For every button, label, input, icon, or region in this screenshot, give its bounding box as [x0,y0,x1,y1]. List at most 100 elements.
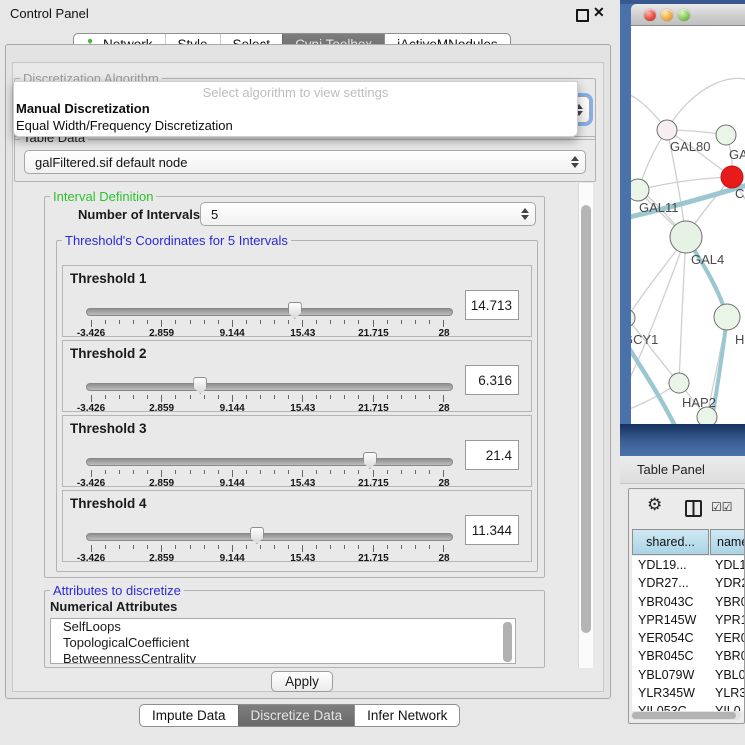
algorithm-popup: Select algorithm to view settings Manual… [13,81,578,137]
slider-tick [218,470,219,474]
table-cell[interactable]: YER054C [632,631,709,645]
popup-option-equal-width[interactable]: Equal Width/Frequency Discretization [16,118,233,133]
network-node[interactable] [714,304,740,330]
zoom-button[interactable] [678,9,690,21]
table-cell[interactable]: YDL19... [632,558,709,572]
network-node[interactable] [631,309,635,327]
minimize-button[interactable] [661,9,673,21]
threshold-3-value-field[interactable]: 21.4 [465,440,519,470]
scrollbar-vertical[interactable] [578,183,593,668]
slider-tick [373,545,374,552]
table-row[interactable]: YPR145WYPR1 [632,611,745,629]
close-icon[interactable]: ✕ [593,4,605,21]
slider-tick [316,470,317,474]
network-node[interactable] [631,179,649,201]
list-item[interactable]: BetweennessCentrality [51,651,515,664]
slider-thumb[interactable] [288,302,302,319]
list-scrollbar-thumb[interactable] [503,622,512,662]
tab-infer-network[interactable]: Infer Network [354,705,459,726]
table-cell[interactable]: YBL0 [709,668,745,682]
table-row[interactable]: YER054CYER0 [632,629,745,647]
list-item[interactable]: TopologicalCoefficient [51,635,515,651]
slider-tick [330,395,331,399]
popup-option-manual[interactable]: Manual Discretization [16,101,150,116]
slider-tick [190,545,191,549]
table-cell[interactable]: YDL1 [709,558,745,572]
table-row[interactable]: YDL19...YDL1 [632,556,745,574]
table-cell[interactable]: YBR0 [709,649,745,663]
node-label: GCY1 [631,332,658,347]
network-node[interactable] [716,125,736,145]
table-hscrollbar[interactable] [631,711,741,720]
threshold-2-value-field[interactable]: 6.316 [465,365,519,395]
threshold-2-slider[interactable]: -3.4262.8599.14415.4321.71528 [86,379,451,411]
slider-thumb[interactable] [363,452,377,469]
table-row[interactable]: YLR345WYLR3 [632,684,745,702]
slider-tick [358,320,359,324]
table-cell[interactable]: YBR045C [632,649,709,663]
table-cell[interactable]: YBL079W [632,668,709,682]
threshold-2-label: Threshold 2 [70,346,147,361]
slider-tick [105,470,106,474]
network-window-titlebar[interactable] [631,4,745,26]
close-button[interactable] [644,9,656,21]
network-canvas[interactable]: GAL80 GA GAL11 C GAL4 GCY1 H HAP2 [631,26,745,424]
network-node[interactable] [669,373,689,393]
scrollbar-thumb[interactable] [581,205,591,633]
column-header-name[interactable]: name [710,529,745,555]
slider-tick [91,470,92,477]
table-cell[interactable]: YLR345W [632,686,709,700]
threshold-1-slider[interactable]: -3.4262.8599.14415.4321.71528 [86,304,451,336]
table-cell[interactable]: YPR145W [632,613,709,627]
table-row[interactable]: YBR045CYBR0 [632,647,745,665]
slider-tick [288,320,289,324]
table-cell[interactable]: YDR27... [632,576,709,590]
numerical-attributes-label: Numerical Attributes [50,599,177,614]
slider-thumb[interactable] [193,377,207,394]
column-header-shared[interactable]: shared... [632,529,709,555]
table-row[interactable]: YBR043CYBR0 [632,593,745,611]
network-node[interactable] [670,221,702,253]
slider-tick-label: 9.144 [220,328,245,339]
tab-discretize-data[interactable]: Discretize Data [238,705,355,726]
apply-button[interactable]: Apply [271,671,333,692]
table-cell[interactable]: YIL0 [709,704,745,711]
gear-icon[interactable]: ⚙ [647,495,662,515]
tab-impute-data[interactable]: Impute Data [140,705,238,726]
table-row[interactable]: YBL079WYBL0 [632,666,745,684]
table-row[interactable]: YIL053CYIL0 [632,702,745,711]
numerical-attributes-list[interactable]: SelfLoops TopologicalCoefficient Between… [50,618,516,664]
thresholds-group-title: Threshold's Coordinates for 5 Intervals [62,234,291,247]
slider-tick [260,395,261,399]
list-item[interactable]: SelfLoops [51,619,515,635]
slider-tick-label: 2.859 [149,553,174,564]
table-cell[interactable]: YBR043C [632,595,709,609]
table-cell[interactable]: YBR0 [709,595,745,609]
table-cell[interactable]: YIL053C [632,704,709,711]
split-column-icon[interactable] [685,500,702,517]
slider-tick [344,395,345,399]
threshold-4-value-field[interactable]: 11.344 [465,515,519,545]
threshold-3-slider[interactable]: -3.4262.8599.14415.4321.71528 [86,454,451,486]
table-cell[interactable]: YLR3 [709,686,745,700]
slider-thumb[interactable] [250,527,264,544]
threshold-1-value-field[interactable]: 14.713 [465,290,519,320]
table-data-combo[interactable]: galFiltered.sif default node [24,150,586,174]
table-row[interactable]: YDR27...YDR2 [632,574,745,592]
slider-tick [161,545,162,552]
table-cell[interactable]: YDR2 [709,576,745,590]
table-cell[interactable]: YPR1 [709,613,745,627]
table-cell[interactable]: YER0 [709,631,745,645]
table-hscrollbar-thumb[interactable] [632,712,736,719]
slider-tick [147,545,148,549]
table-panel-container: ⚙ ☑☑ shared... name YDL19...YDL1YDR27...… [628,488,745,724]
node-label: GA [729,147,745,162]
network-node[interactable] [657,120,677,140]
float-icon[interactable] [576,9,589,22]
threshold-4-slider[interactable]: -3.4262.8599.14415.4321.71528 [86,529,451,561]
network-node-selected[interactable] [721,166,743,188]
slider-tick [218,545,219,549]
checkbox-icons[interactable]: ☑☑ [711,500,733,514]
number-of-intervals-combo[interactable]: 5 [200,202,536,226]
slider-tick [161,320,162,327]
